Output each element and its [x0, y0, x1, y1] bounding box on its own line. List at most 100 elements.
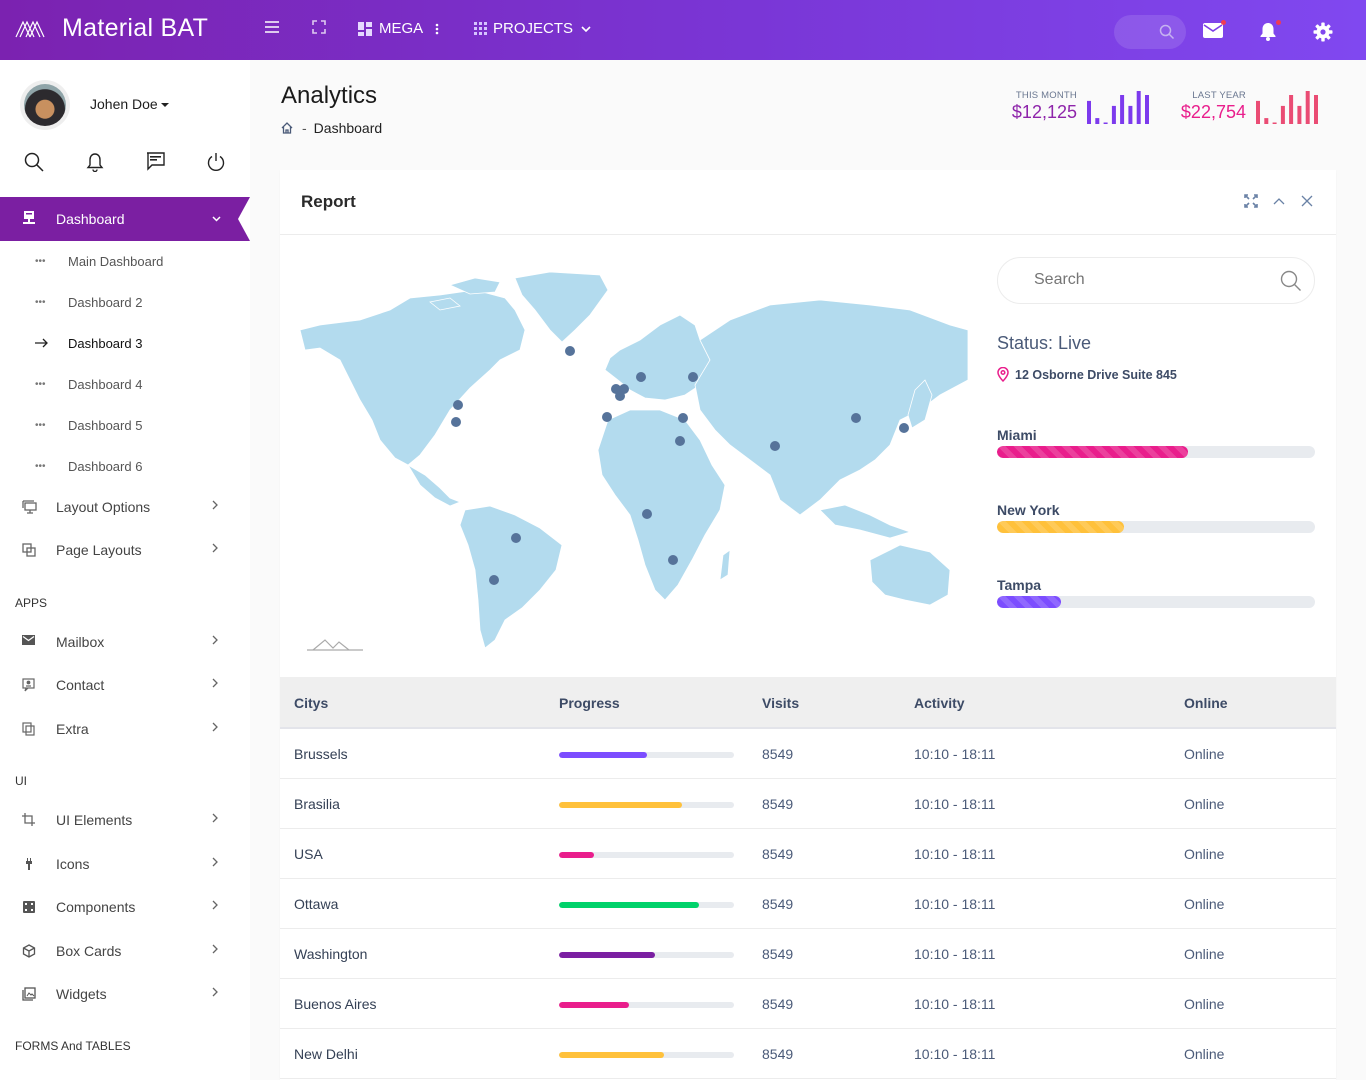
notifications-button[interactable] [1259, 20, 1281, 46]
sidebar-item-label: Extra [56, 721, 89, 737]
map-search[interactable] [997, 257, 1315, 304]
sidebar-item-ui-elements[interactable]: UI Elements [0, 805, 250, 835]
menu-icon [265, 21, 279, 33]
map-attribution-logo[interactable] [307, 638, 363, 652]
map-marker[interactable] [615, 391, 625, 401]
cell-online: Online [1184, 896, 1225, 912]
messages-button[interactable] [1203, 20, 1226, 43]
arrow-right-icon [35, 338, 48, 348]
map-marker[interactable] [511, 533, 521, 543]
brand-logo[interactable]: Material BAT [14, 14, 208, 43]
user-menu[interactable]: Johen Doe [90, 96, 169, 112]
column-header[interactable]: Visits [762, 695, 799, 711]
cell-activity: 10:10 - 18:11 [914, 1046, 996, 1062]
table-row[interactable]: Buenos Aires 8549 10:10 - 18:11 Online [280, 979, 1336, 1029]
projects-menu-button[interactable]: PROJECTS [474, 20, 591, 37]
map-marker[interactable] [642, 509, 652, 519]
spark-bar [1145, 95, 1149, 124]
map-marker[interactable] [489, 575, 499, 585]
spark-bar [1305, 91, 1310, 124]
sidebar-item-widgets[interactable]: Widgets [0, 979, 250, 1009]
chat-icon[interactable] [146, 152, 165, 171]
power-icon[interactable] [207, 152, 225, 172]
mega-menu-button[interactable]: MEGA [358, 20, 439, 37]
submenu-item-dashboard-4[interactable]: ••• Dashboard 4 [0, 369, 250, 399]
chevron-right-icon [212, 944, 218, 954]
progress-fill [997, 446, 1188, 458]
sidebar-item-box-cards[interactable]: Box Cards [0, 936, 250, 966]
column-header[interactable]: Citys [294, 695, 328, 711]
header-search-input[interactable] [1114, 15, 1186, 49]
sidebar-item-extra[interactable]: Extra [0, 714, 250, 744]
bell-icon[interactable] [86, 152, 104, 172]
table-row[interactable]: New Delhi 8549 10:10 - 18:11 Online [280, 1029, 1336, 1079]
avatar[interactable] [20, 80, 70, 130]
map-marker[interactable] [770, 441, 780, 451]
column-header[interactable]: Progress [559, 695, 620, 711]
sidebar-item-mailbox[interactable]: Mailbox [0, 627, 250, 657]
more-vertical-icon[interactable] [435, 23, 439, 35]
notification-badge [1276, 20, 1281, 25]
map-marker[interactable] [678, 413, 688, 423]
map-marker[interactable] [899, 423, 909, 433]
address: 12 Osborne Drive Suite 845 [997, 367, 1177, 382]
cell-visits: 8549 [762, 846, 794, 862]
dots-icon: ••• [35, 460, 46, 472]
stat-caption: LAST YEAR [1192, 90, 1246, 101]
search-icon[interactable] [1280, 270, 1302, 292]
sidebar-item-icons[interactable]: Icons [0, 849, 250, 879]
sparkline-last-year [1256, 91, 1318, 124]
search-icon[interactable] [24, 152, 44, 172]
submenu-item-dashboard-6[interactable]: ••• Dashboard 6 [0, 451, 250, 481]
table-row[interactable]: Washington 8549 10:10 - 18:11 Online [280, 929, 1336, 979]
spark-bar [1289, 95, 1294, 124]
map-marker[interactable] [451, 417, 461, 427]
column-header[interactable]: Activity [914, 695, 965, 711]
chevron-right-icon [212, 678, 218, 688]
map-search-input[interactable] [1034, 271, 1264, 289]
progress-fill [559, 952, 656, 958]
sidebar-item-layout-options[interactable]: Layout Options [0, 492, 250, 522]
sidebar-item-page-layouts[interactable]: Page Layouts [0, 535, 250, 565]
map-marker[interactable] [851, 413, 861, 423]
submenu-item-main-dashboard[interactable]: ••• Main Dashboard [0, 246, 250, 276]
spark-bar [1264, 118, 1269, 124]
layers-icon [22, 543, 36, 557]
settings-button[interactable] [1313, 22, 1333, 47]
map-marker[interactable] [688, 372, 698, 382]
cell-city: Brussels [294, 746, 348, 762]
table-row[interactable]: Brussels 8549 10:10 - 18:11 Online [280, 729, 1336, 779]
sidebar-item-components[interactable]: Components [0, 892, 250, 922]
expand-icon[interactable] [1244, 194, 1258, 208]
close-icon[interactable] [1300, 194, 1314, 208]
table-row[interactable]: Ottawa 8549 10:10 - 18:11 Online [280, 879, 1336, 929]
map-marker[interactable] [636, 372, 646, 382]
submenu-item-dashboard-5[interactable]: ••• Dashboard 5 [0, 410, 250, 440]
table-body: Brussels 8549 10:10 - 18:11 Online Brasi… [280, 729, 1336, 1079]
avatar-image [24, 84, 66, 126]
sidebar-item-dashboard[interactable]: Dashboard [0, 197, 250, 241]
table-row[interactable]: Brasilia 8549 10:10 - 18:11 Online [280, 779, 1336, 829]
map-marker[interactable] [602, 412, 612, 422]
map-marker[interactable] [565, 346, 575, 356]
map-marker[interactable] [668, 555, 678, 565]
home-icon[interactable] [281, 122, 293, 134]
column-header[interactable]: Online [1184, 695, 1228, 711]
sidebar-item-contact[interactable]: Contact [0, 670, 250, 700]
caret-down-icon [160, 103, 169, 108]
collapse-icon[interactable] [1272, 194, 1286, 208]
fullscreen-button[interactable] [312, 20, 326, 34]
spark-bar [1272, 122, 1277, 124]
map-marker[interactable] [675, 436, 685, 446]
sidebar-toggle-button[interactable] [265, 20, 281, 34]
brush-icon [26, 858, 32, 870]
map-marker[interactable] [453, 400, 463, 410]
dots-icon: ••• [35, 419, 46, 431]
submenu-item-dashboard-3[interactable]: Dashboard 3 [0, 328, 250, 358]
submenu-item-dashboard-2[interactable]: ••• Dashboard 2 [0, 287, 250, 317]
progress-track [997, 521, 1315, 533]
spark-bar [1314, 95, 1318, 124]
world-map[interactable] [300, 270, 968, 650]
table-row[interactable]: USA 8549 10:10 - 18:11 Online [280, 829, 1336, 879]
sidebar-item-label: Mailbox [56, 634, 105, 650]
